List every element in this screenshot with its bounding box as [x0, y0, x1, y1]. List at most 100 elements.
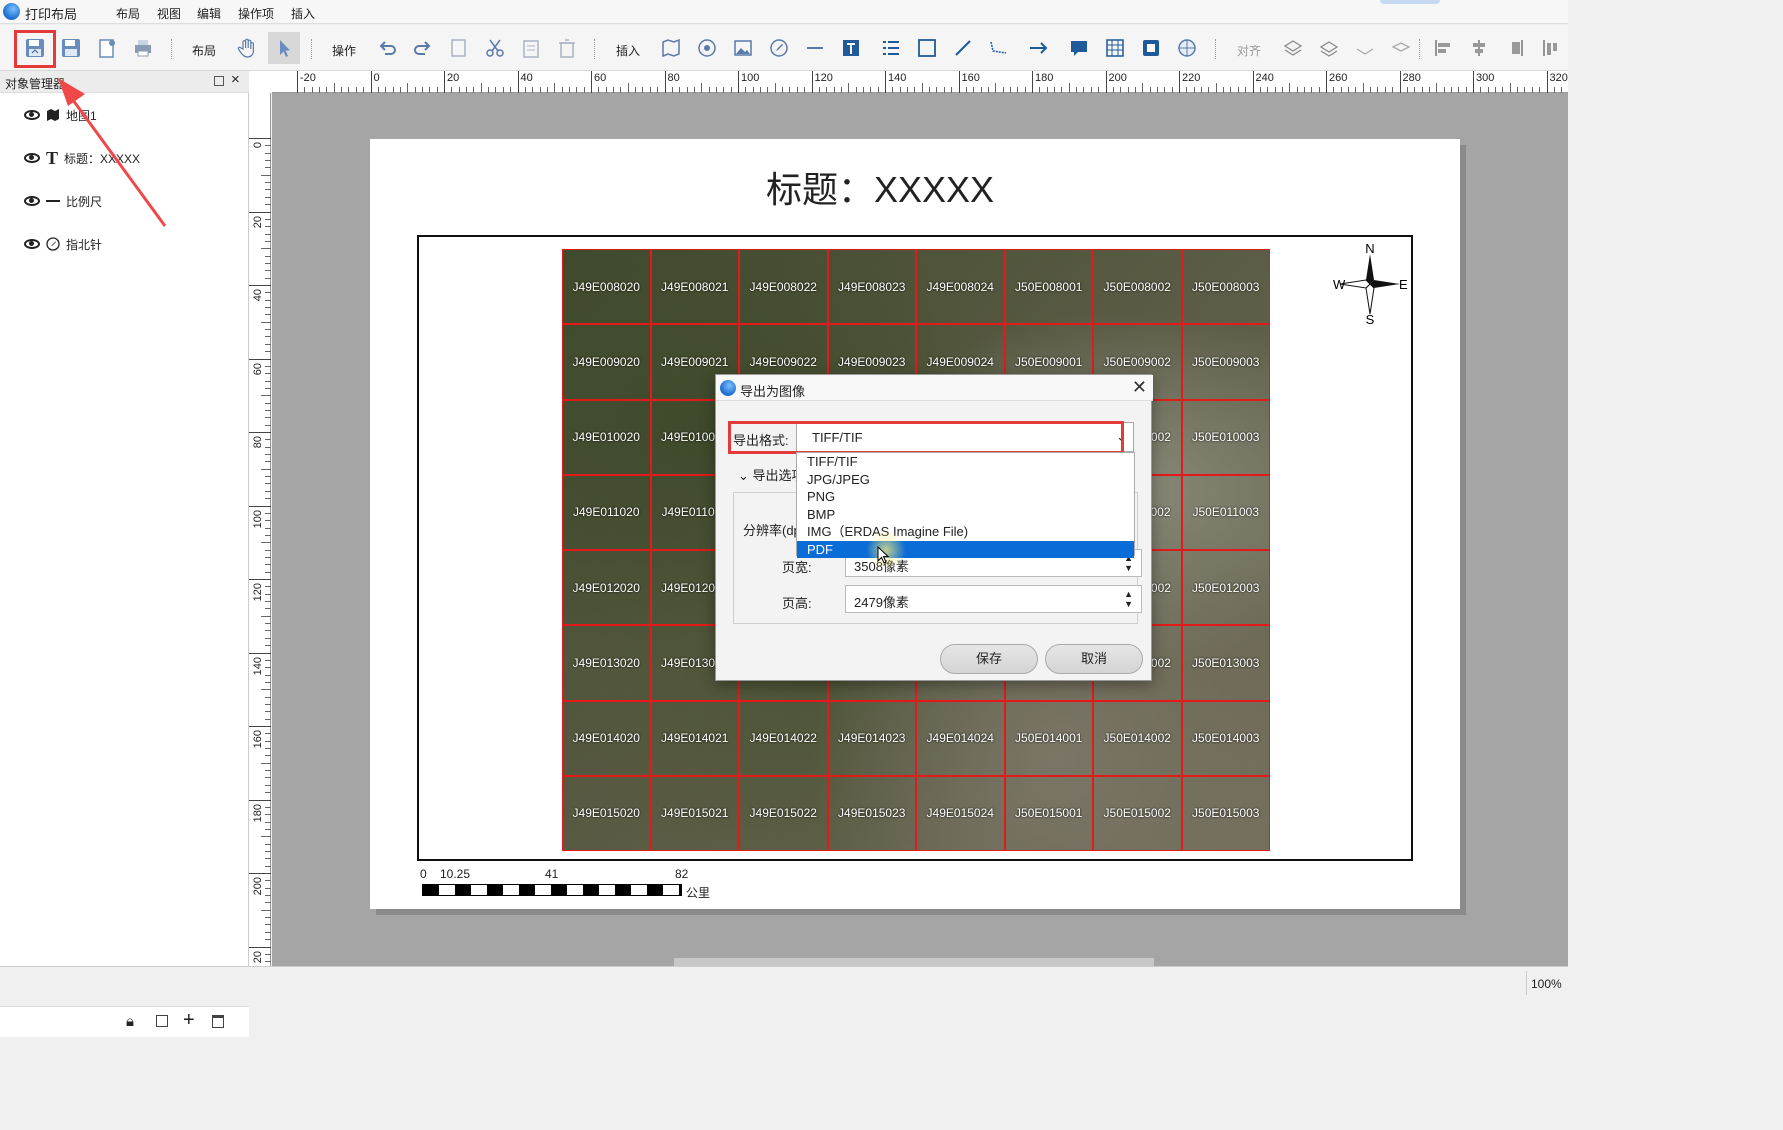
ruler-label: 300 — [1476, 72, 1495, 84]
tile-label: J50E014001 — [1004, 700, 1093, 776]
tile-label: J49E014021 — [650, 700, 739, 776]
insert-text-icon[interactable] — [838, 35, 864, 61]
visibility-eye-icon[interactable] — [24, 239, 40, 249]
visibility-eye-icon[interactable] — [24, 153, 40, 163]
ruler-label: 20 — [252, 950, 264, 963]
save-button[interactable]: 保存 — [940, 644, 1038, 674]
ruler-label: 180 — [1035, 72, 1054, 84]
insert-callout-icon[interactable] — [1066, 35, 1092, 61]
insert-north-arrow-icon[interactable] — [766, 35, 792, 61]
redo-icon[interactable] — [410, 35, 436, 61]
bring-top-icon[interactable] — [1388, 35, 1414, 61]
tile-label: J49E015022 — [739, 775, 828, 851]
height-label: 页高: — [782, 596, 812, 611]
cancel-button[interactable]: 取消 — [1045, 644, 1143, 674]
close-panel-icon[interactable]: × — [231, 71, 240, 88]
layer-item-north-arrow[interactable]: 指北针 — [24, 235, 102, 253]
insert-legend-icon[interactable] — [878, 35, 904, 61]
options-section-toggle[interactable]: ⌄ 导出选项 — [738, 465, 805, 484]
compass-w: W — [1333, 277, 1346, 292]
map-title[interactable]: 标题：XXXXX — [370, 161, 1390, 213]
height-spinbox[interactable]: 2479像素 ▲ ▼ — [845, 585, 1142, 613]
ruler-label: 200 — [252, 877, 264, 896]
insert-line-icon[interactable] — [950, 35, 976, 61]
scale-tick-2: 41 — [545, 867, 559, 881]
lock-icon[interactable]: 🔒︎ — [126, 1013, 134, 1030]
insert-arrow-icon[interactable] — [1026, 35, 1052, 61]
copy-icon[interactable] — [446, 35, 472, 61]
menu-insert[interactable]: 插入 — [291, 5, 315, 22]
insert-scalebar-icon[interactable] — [802, 35, 828, 61]
insert-globe-icon[interactable] — [694, 35, 720, 61]
compass-s: S — [1366, 312, 1375, 324]
format-option[interactable]: JPG/JPEG — [797, 471, 1134, 489]
format-option[interactable]: PDF — [797, 540, 1134, 558]
format-option[interactable]: IMG（ERDAS Imagine File) — [797, 523, 1134, 541]
ruler-label: 80 — [667, 72, 680, 84]
app-logo-icon — [720, 380, 736, 396]
raise-layer-icon[interactable] — [1280, 35, 1306, 61]
align-left-icon[interactable] — [1430, 35, 1456, 61]
scale-bar[interactable]: 0 10.25 41 82 公里 — [420, 867, 740, 907]
zoom-level[interactable]: 100% — [1526, 971, 1568, 995]
operate-label[interactable]: 操作 — [332, 42, 356, 59]
tile-label: J50E011003 — [1181, 474, 1270, 550]
tile-label: J49E008024 — [916, 249, 1005, 325]
horizontal-scrollbar[interactable] — [674, 958, 1154, 966]
cut-icon[interactable] — [482, 35, 508, 61]
ruler-label: 260 — [1329, 72, 1348, 84]
trash-icon[interactable] — [212, 1015, 224, 1028]
tile-label: J50E010003 — [1181, 399, 1270, 475]
ruler-label: 100 — [741, 72, 760, 84]
paste-icon[interactable] — [518, 35, 544, 61]
north-arrow[interactable]: N S W E — [1330, 244, 1410, 324]
pan-hand-icon[interactable] — [234, 35, 260, 61]
menu-edit[interactable]: 编辑 — [197, 5, 221, 22]
delete-icon[interactable] — [554, 35, 580, 61]
align-top-icon[interactable] — [1538, 35, 1564, 61]
tile-label: J50E013003 — [1181, 625, 1270, 701]
ruler-label: 60 — [594, 72, 607, 84]
insert-image-icon[interactable] — [730, 35, 756, 61]
insert-map-icon[interactable] — [658, 35, 684, 61]
undo-icon[interactable] — [374, 35, 400, 61]
close-icon[interactable]: ✕ — [1132, 377, 1147, 398]
tile-label: J49E014024 — [916, 700, 1005, 776]
save-icon[interactable] — [58, 35, 84, 61]
visibility-eye-icon[interactable] — [24, 110, 40, 120]
tile-label: J50E009003 — [1181, 324, 1270, 400]
float-panel-icon[interactable] — [214, 76, 224, 86]
insert-rectangle-icon[interactable] — [914, 35, 940, 61]
tile-label: J49E011020 — [562, 474, 651, 550]
bring-bottom-icon[interactable] — [1352, 35, 1378, 61]
insert-polyline-icon[interactable] — [986, 35, 1012, 61]
format-option[interactable]: TIFF/TIF — [797, 453, 1134, 471]
tile-label: J49E014020 — [562, 700, 651, 776]
layout-label[interactable]: 布局 — [192, 42, 216, 59]
insert-grid-globe-icon[interactable] — [1174, 35, 1200, 61]
status-bar: 100% — [0, 966, 1568, 995]
insert-frame-icon[interactable] — [1138, 35, 1164, 61]
ruler-label: 80 — [252, 436, 264, 449]
format-option[interactable]: PNG — [797, 488, 1134, 506]
insert-table-icon[interactable] — [1102, 35, 1128, 61]
menu-layout[interactable]: 布局 — [116, 5, 140, 22]
align-right-icon[interactable] — [1502, 35, 1528, 61]
print-icon[interactable] — [130, 35, 156, 61]
menu-operations[interactable]: 操作项 — [238, 5, 274, 22]
menu-view[interactable]: 视图 — [157, 5, 181, 22]
insert-label[interactable]: 插入 — [616, 42, 640, 59]
select-arrow-icon[interactable] — [268, 32, 300, 64]
align-center-icon[interactable] — [1466, 35, 1492, 61]
spin-arrows-icon[interactable]: ▲ ▼ — [1124, 589, 1133, 609]
lower-layer-icon[interactable] — [1316, 35, 1342, 61]
visibility-eye-icon[interactable] — [24, 196, 40, 206]
align-label[interactable]: 对齐 — [1237, 42, 1261, 59]
format-option[interactable]: BMP — [797, 506, 1134, 524]
duplicate-icon[interactable] — [156, 1015, 168, 1027]
page-setup-icon[interactable] — [94, 35, 120, 61]
compass-n: N — [1365, 244, 1374, 256]
add-icon[interactable]: + — [183, 1009, 195, 1032]
scale-tick-3: 82 — [675, 867, 689, 881]
ruler-label: 220 — [1182, 72, 1201, 84]
